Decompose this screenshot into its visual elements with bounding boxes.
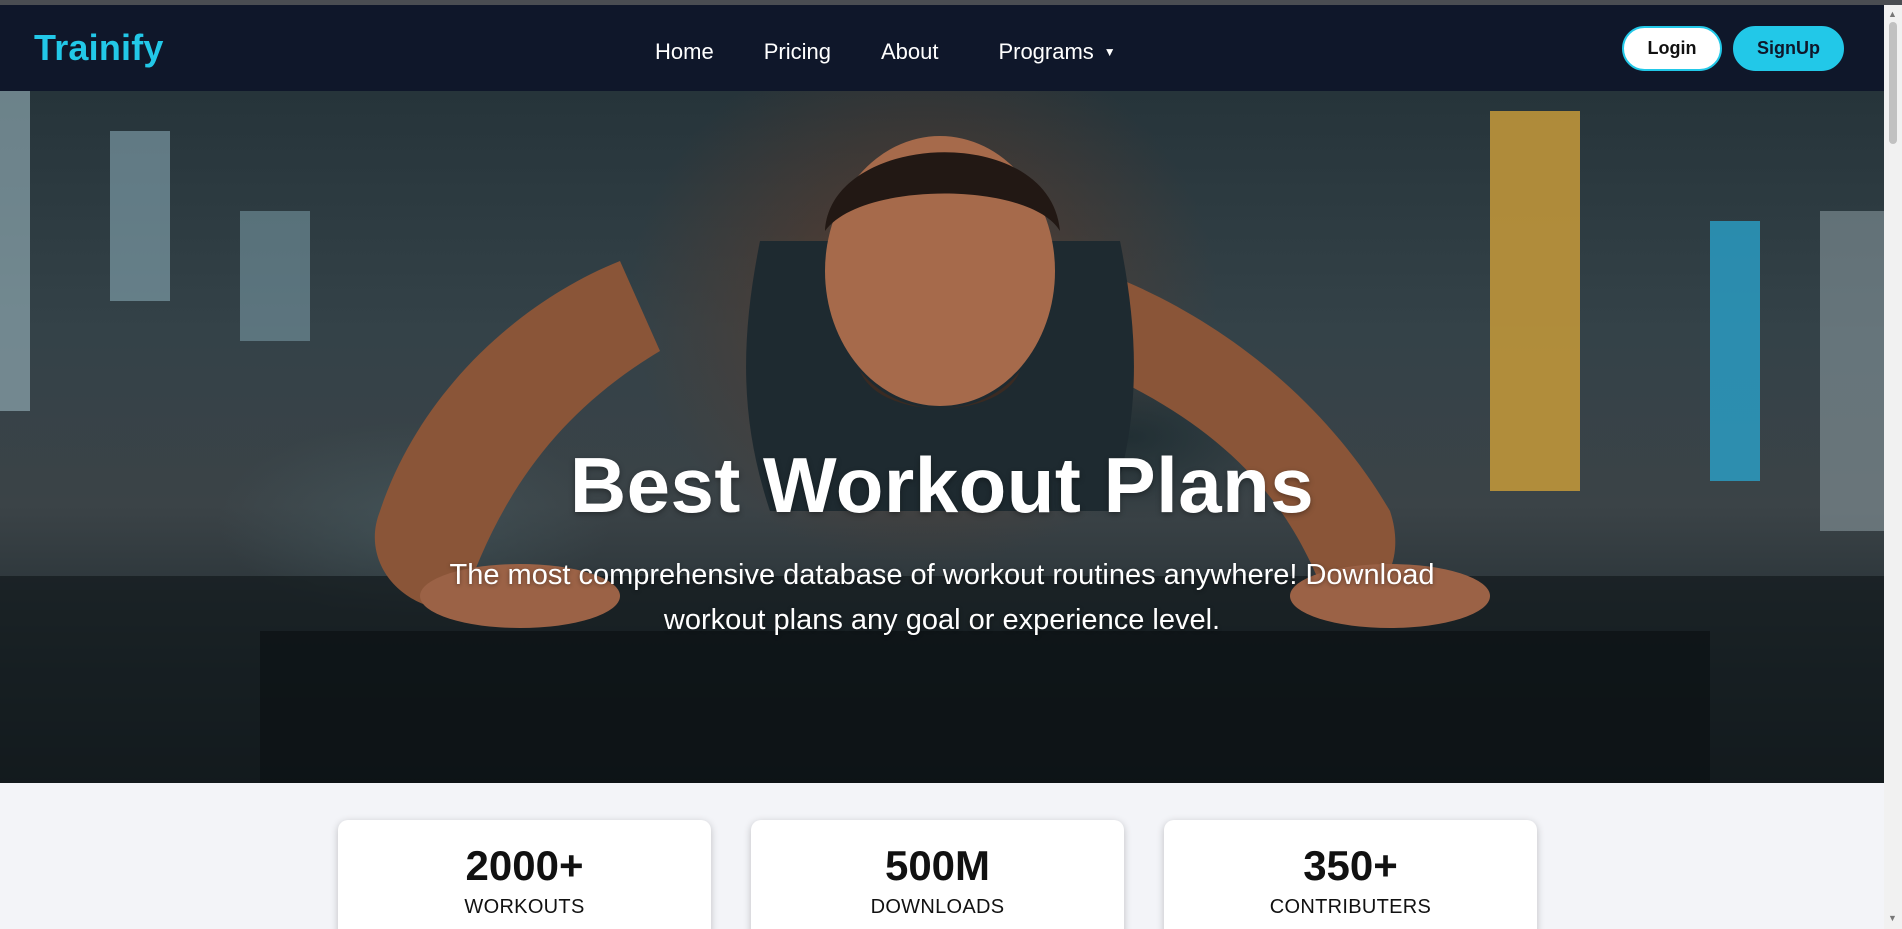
stat-value: 500M <box>884 842 991 889</box>
scroll-down-arrow-icon[interactable]: ▼ <box>1888 913 1897 923</box>
brand-logo[interactable]: Trainify <box>34 27 164 69</box>
hero-background-image <box>0 91 1884 783</box>
hero-subtitle-line-2: workout plans any goal or experience lev… <box>663 604 1221 636</box>
signup-button[interactable]: SignUp <box>1733 26 1844 71</box>
stat-label: CONTRIBUTERS <box>1269 896 1432 918</box>
stat-label: WORKOUTS <box>464 896 585 918</box>
navbar: Trainify Home Pricing About Programs ▼ L… <box>0 5 1884 91</box>
stat-value: 350+ <box>1303 842 1398 889</box>
scroll-up-arrow-icon[interactable]: ▲ <box>1888 9 1897 19</box>
hero-title: Best Workout Plans <box>569 441 1315 529</box>
hero-subtitle-line-1: The most comprehensive database of worko… <box>449 559 1435 591</box>
stats-section: 2000+ WORKOUTS 500M DOWNLOADS 350+ CONTR… <box>0 783 1884 929</box>
nav-link-about[interactable]: About <box>881 39 939 65</box>
scrollbar-thumb[interactable] <box>1889 22 1897 144</box>
hero-subtitle: The most comprehensive database of worko… <box>420 553 1464 643</box>
stat-card-downloads: 500M DOWNLOADS <box>751 820 1124 929</box>
login-button[interactable]: Login <box>1622 26 1722 71</box>
caret-down-icon: ▼ <box>1103 45 1116 59</box>
hero-section: Best Workout Plans The most comprehensiv… <box>0 91 1884 783</box>
nav-link-programs-label: Programs <box>998 39 1094 64</box>
nav-dropdown-programs[interactable]: Programs ▼ <box>998 39 1115 65</box>
vertical-scrollbar[interactable]: ▲ ▼ <box>1884 5 1902 929</box>
nav-link-home[interactable]: Home <box>655 39 714 65</box>
stat-label: DOWNLOADS <box>870 896 1005 918</box>
stat-card-contributers: 350+ CONTRIBUTERS <box>1164 820 1537 929</box>
nav-links: Home Pricing About Programs ▼ <box>655 35 1116 69</box>
nav-link-pricing[interactable]: Pricing <box>764 39 831 65</box>
stat-card-workouts: 2000+ WORKOUTS <box>338 820 711 929</box>
stat-value: 2000+ <box>465 842 584 889</box>
